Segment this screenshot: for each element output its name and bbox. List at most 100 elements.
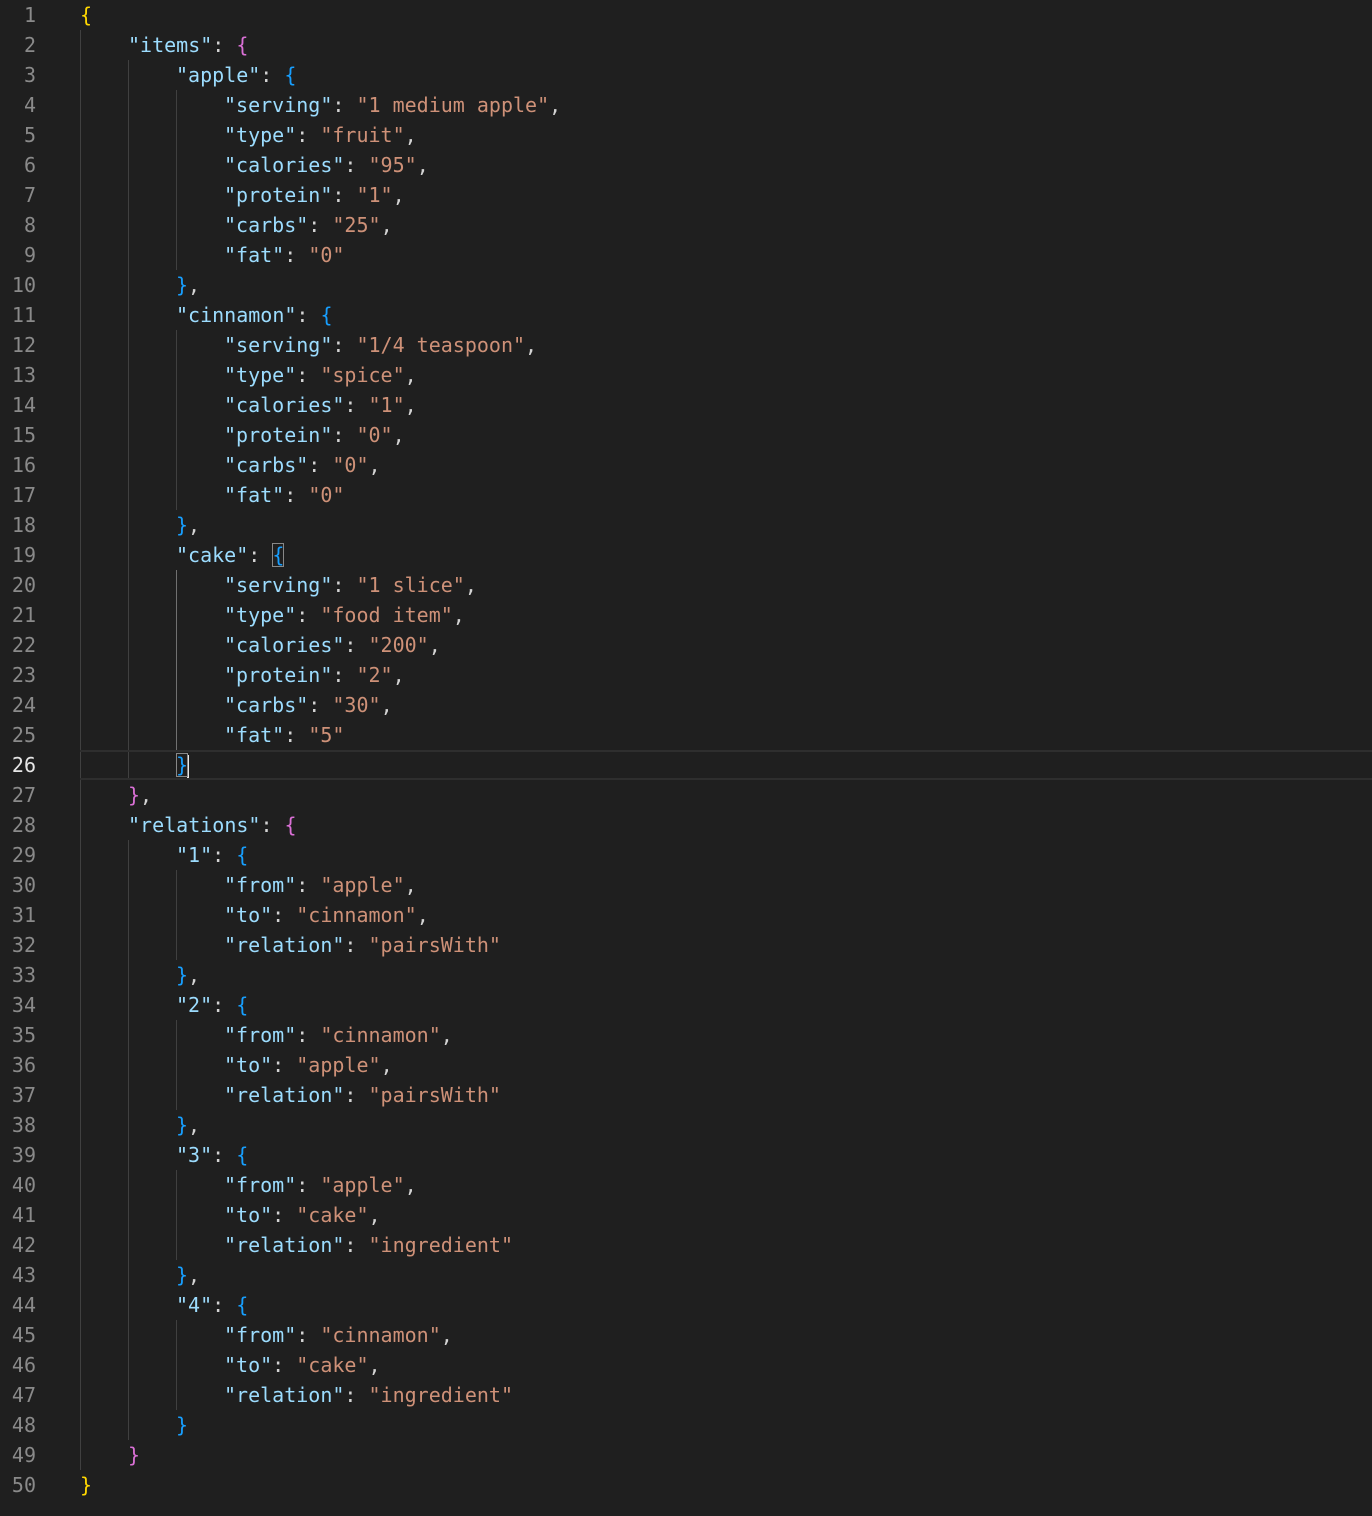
line-code[interactable]: "protein": "1",	[224, 180, 405, 210]
line-code[interactable]: "apple": {	[176, 60, 296, 90]
line-code[interactable]: "serving": "1/4 teaspoon",	[224, 330, 537, 360]
code-line[interactable]: 46 "to": "cake",	[0, 1350, 1372, 1380]
line-code[interactable]: "to": "cinnamon",	[224, 900, 429, 930]
line-code[interactable]: "from": "apple",	[224, 1170, 417, 1200]
line-code[interactable]: "calories": "200",	[224, 630, 441, 660]
code-line[interactable]: 36 "to": "apple",	[0, 1050, 1372, 1080]
line-code[interactable]: },	[176, 1110, 200, 1140]
code-line[interactable]: 9 "fat": "0"	[0, 240, 1372, 270]
line-code[interactable]: "4": {	[176, 1290, 248, 1320]
line-code[interactable]: "from": "cinnamon",	[224, 1020, 453, 1050]
line-code[interactable]: "type": "food item",	[224, 600, 465, 630]
line-code[interactable]: "fat": "5"	[224, 720, 344, 750]
code-line[interactable]: 38},	[0, 1110, 1372, 1140]
code-line[interactable]: 47 "relation": "ingredient"	[0, 1380, 1372, 1410]
line-code[interactable]: "carbs": "0",	[224, 450, 381, 480]
code-line[interactable]: 27},	[0, 780, 1372, 810]
line-code[interactable]: }	[128, 1440, 140, 1470]
line-code[interactable]: "from": "cinnamon",	[224, 1320, 453, 1350]
line-code[interactable]: "protein": "2",	[224, 660, 405, 690]
line-code[interactable]: "relations": {	[128, 810, 297, 840]
line-code[interactable]: "relation": "pairsWith"	[224, 1080, 501, 1110]
line-code[interactable]: },	[176, 270, 200, 300]
code-line[interactable]: 4 "serving": "1 medium apple",	[0, 90, 1372, 120]
code-line[interactable]: 29 "1": {	[0, 840, 1372, 870]
line-code[interactable]: "2": {	[176, 990, 248, 1020]
code-line[interactable]: 15 "protein": "0",	[0, 420, 1372, 450]
line-code[interactable]: "relation": "pairsWith"	[224, 930, 501, 960]
code-line[interactable]: 39 "3": {	[0, 1140, 1372, 1170]
code-line[interactable]: 49}	[0, 1440, 1372, 1470]
code-line[interactable]: 7 "protein": "1",	[0, 180, 1372, 210]
code-line[interactable]: 24 "carbs": "30",	[0, 690, 1372, 720]
line-code[interactable]: "to": "apple",	[224, 1050, 393, 1080]
code-line[interactable]: 3 "apple": {	[0, 60, 1372, 90]
code-line[interactable]: 28 "relations": {	[0, 810, 1372, 840]
line-code[interactable]: "serving": "1 medium apple",	[224, 90, 561, 120]
line-code[interactable]: "cake": {	[176, 540, 285, 570]
line-code[interactable]: "fat": "0"	[224, 480, 344, 510]
code-line[interactable]: 21 "type": "food item",	[0, 600, 1372, 630]
line-code[interactable]: },	[176, 1260, 200, 1290]
line-code[interactable]: }	[176, 750, 190, 780]
code-line[interactable]: 42 "relation": "ingredient"	[0, 1230, 1372, 1260]
line-code[interactable]: },	[128, 780, 152, 810]
line-code[interactable]: },	[176, 510, 200, 540]
line-code[interactable]: },	[176, 960, 200, 990]
code-line[interactable]: 41 "to": "cake",	[0, 1200, 1372, 1230]
line-code[interactable]: "relation": "ingredient"	[224, 1230, 513, 1260]
line-code[interactable]: "type": "spice",	[224, 360, 417, 390]
line-code[interactable]: {	[80, 0, 92, 30]
code-line[interactable]: 33},	[0, 960, 1372, 990]
code-line[interactable]: 26}	[0, 750, 1372, 780]
line-code[interactable]: "items": {	[128, 30, 248, 60]
code-line[interactable]: 20 "serving": "1 slice",	[0, 570, 1372, 600]
code-line[interactable]: 34 "2": {	[0, 990, 1372, 1020]
code-line[interactable]: 1{	[0, 0, 1372, 30]
line-code[interactable]: "carbs": "30",	[224, 690, 393, 720]
code-line[interactable]: 18},	[0, 510, 1372, 540]
code-line[interactable]: 12 "serving": "1/4 teaspoon",	[0, 330, 1372, 360]
line-code[interactable]: "3": {	[176, 1140, 248, 1170]
code-line[interactable]: 23 "protein": "2",	[0, 660, 1372, 690]
line-code[interactable]: "from": "apple",	[224, 870, 417, 900]
line-code[interactable]: "calories": "95",	[224, 150, 429, 180]
code-line[interactable]: 6 "calories": "95",	[0, 150, 1372, 180]
line-code[interactable]: "to": "cake",	[224, 1350, 381, 1380]
code-line[interactable]: 37 "relation": "pairsWith"	[0, 1080, 1372, 1110]
code-line[interactable]: 14 "calories": "1",	[0, 390, 1372, 420]
line-code[interactable]: "protein": "0",	[224, 420, 405, 450]
code-line[interactable]: 44 "4": {	[0, 1290, 1372, 1320]
code-line[interactable]: 50}	[0, 1470, 1372, 1500]
code-line[interactable]: 16 "carbs": "0",	[0, 450, 1372, 480]
line-code[interactable]: }	[80, 1470, 92, 1500]
line-code[interactable]: "to": "cake",	[224, 1200, 381, 1230]
code-editor[interactable]: 1{2 "items": {3 "apple": {4 "serving": "1 m…	[0, 0, 1372, 1516]
line-code[interactable]: "1": {	[176, 840, 248, 870]
code-line[interactable]: 2 "items": {	[0, 30, 1372, 60]
code-line[interactable]: 31 "to": "cinnamon",	[0, 900, 1372, 930]
line-code[interactable]: "type": "fruit",	[224, 120, 417, 150]
line-code[interactable]: "serving": "1 slice",	[224, 570, 477, 600]
code-line[interactable]: 22 "calories": "200",	[0, 630, 1372, 660]
code-line[interactable]: 48}	[0, 1410, 1372, 1440]
code-line[interactable]: 11 "cinnamon": {	[0, 300, 1372, 330]
code-line[interactable]: 43},	[0, 1260, 1372, 1290]
code-line[interactable]: 32 "relation": "pairsWith"	[0, 930, 1372, 960]
code-line[interactable]: 40 "from": "apple",	[0, 1170, 1372, 1200]
line-code[interactable]: "fat": "0"	[224, 240, 344, 270]
code-line[interactable]: 45 "from": "cinnamon",	[0, 1320, 1372, 1350]
code-line[interactable]: 30 "from": "apple",	[0, 870, 1372, 900]
code-line[interactable]: 10},	[0, 270, 1372, 300]
code-line[interactable]: 13 "type": "spice",	[0, 360, 1372, 390]
code-line[interactable]: 35 "from": "cinnamon",	[0, 1020, 1372, 1050]
line-code[interactable]: "relation": "ingredient"	[224, 1380, 513, 1410]
code-line[interactable]: 17 "fat": "0"	[0, 480, 1372, 510]
line-code[interactable]: "carbs": "25",	[224, 210, 393, 240]
line-code[interactable]: "calories": "1",	[224, 390, 417, 420]
code-line[interactable]: 5 "type": "fruit",	[0, 120, 1372, 150]
code-line[interactable]: 8 "carbs": "25",	[0, 210, 1372, 240]
line-code[interactable]: "cinnamon": {	[176, 300, 333, 330]
code-line[interactable]: 19 "cake": {	[0, 540, 1372, 570]
code-line[interactable]: 25 "fat": "5"	[0, 720, 1372, 750]
